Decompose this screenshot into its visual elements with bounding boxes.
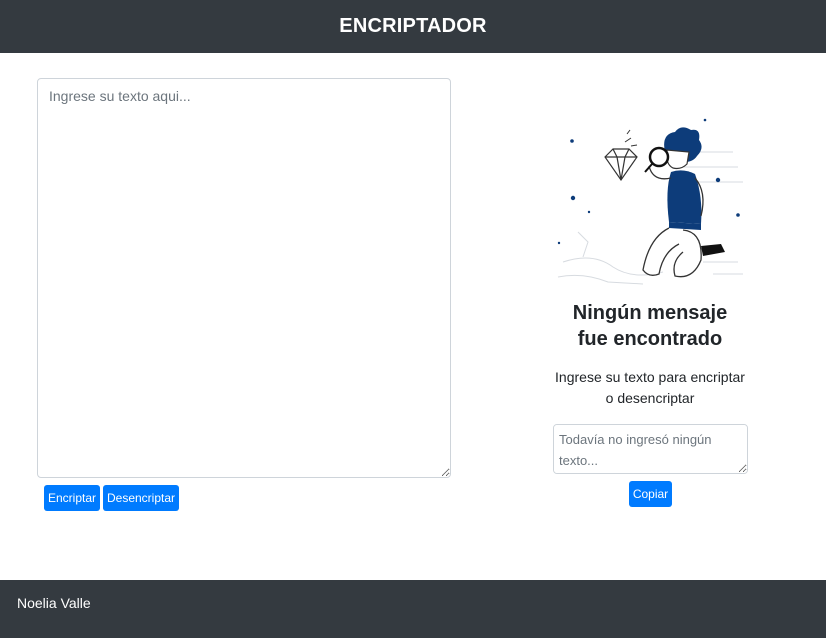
app-header: ENCRIPTADOR xyxy=(0,0,826,53)
output-textarea[interactable] xyxy=(553,424,748,474)
sparkle-lines xyxy=(624,129,638,147)
no-message-title-line2: fue encontrado xyxy=(577,328,723,350)
decrypt-button[interactable]: Desencriptar xyxy=(103,485,179,511)
copy-button[interactable]: Copiar xyxy=(629,481,672,507)
instruction-line2: o desencriptar xyxy=(605,390,695,406)
no-message-title: Ningún mensaje fue encontrado xyxy=(540,300,760,352)
text-input[interactable] xyxy=(37,78,451,478)
diamond-icon xyxy=(604,148,638,182)
app-title: ENCRIPTADOR xyxy=(339,15,487,37)
footer: Noelia Valle xyxy=(0,580,826,638)
no-message-title-line1: Ningún mensaje xyxy=(572,302,728,324)
decorative-dots xyxy=(557,118,740,245)
instruction-text: Ingrese su texto para encriptar o desenc… xyxy=(545,367,755,409)
magnifying-glass-icon xyxy=(644,146,670,173)
encrypt-button[interactable]: Encriptar xyxy=(44,485,100,511)
instruction-line1: Ingrese su texto para encriptar xyxy=(555,369,745,385)
footer-author: Noelia Valle xyxy=(17,595,91,611)
search-illustration xyxy=(557,118,743,285)
